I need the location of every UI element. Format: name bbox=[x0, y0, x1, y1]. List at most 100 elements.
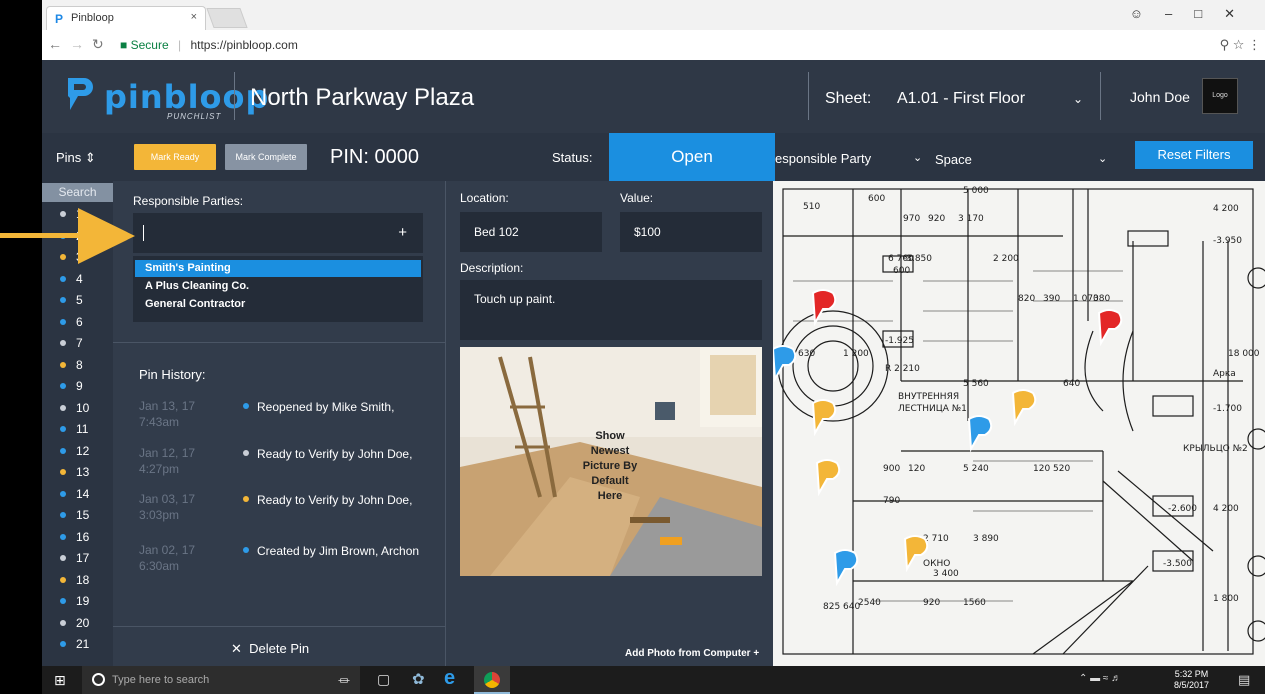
tab-close-icon[interactable]: × bbox=[191, 11, 197, 23]
taskbar-search-input[interactable]: Type here to search ⏛ bbox=[82, 666, 360, 694]
annotation-arrow-icon bbox=[0, 208, 135, 264]
floor-plan-label: 380 bbox=[1093, 294, 1110, 304]
pin-status-dot bbox=[60, 404, 66, 411]
pins-label: Pins bbox=[56, 150, 82, 165]
pin-list-item[interactable]: 19 bbox=[42, 592, 113, 611]
address-bar[interactable]: ■ Secure | https://pinbloop.com bbox=[114, 35, 1234, 55]
floor-plan-label: 900 bbox=[883, 464, 900, 474]
pin-search-input[interactable]: Search bbox=[42, 183, 113, 202]
pin-status-dot bbox=[60, 641, 66, 647]
chrome-taskbar-icon[interactable] bbox=[474, 666, 510, 694]
minimize-icon[interactable]: – bbox=[1165, 6, 1194, 21]
company-logo: Logo bbox=[1202, 78, 1238, 114]
pin-number-label: 6 bbox=[76, 314, 83, 329]
responsible-party-filter-label: esponsible Party bbox=[775, 151, 872, 166]
forward-icon[interactable]: → bbox=[70, 36, 84, 52]
windows-taskbar: ⊞ Type here to search ⏛ ▢ ✿ e ⌃ ▬ ≈ ♬ 5:… bbox=[42, 666, 1265, 694]
system-tray-icons[interactable]: ⌃ ▬ ≈ ♬ bbox=[1079, 673, 1121, 684]
pin-status-dot bbox=[60, 598, 66, 604]
back-icon[interactable]: ← bbox=[48, 36, 62, 52]
responsible-parties-title: Responsible Parties: bbox=[133, 194, 244, 208]
edge-browser-icon[interactable]: e bbox=[444, 667, 455, 690]
pin-list-item[interactable]: 9 bbox=[42, 377, 113, 396]
pin-detail-right: Location: Value: Bed 102 $100 Descriptio… bbox=[445, 181, 773, 666]
pinbloop-logo-icon bbox=[68, 78, 93, 110]
sheet-select[interactable]: A1.01 - First Floor bbox=[897, 90, 1025, 108]
responsible-party-filter[interactable]: esponsible Party ⌄ bbox=[775, 133, 935, 181]
pin-list-item[interactable]: 12 bbox=[42, 442, 113, 461]
pin-list-item[interactable]: 10 bbox=[42, 399, 113, 418]
description-label: Description: bbox=[460, 261, 524, 275]
floor-plan-label: -1.700 bbox=[1213, 404, 1242, 414]
pin-list-item[interactable]: 18 bbox=[42, 571, 113, 590]
history-entry: Created by Jim Brown, Archon bbox=[257, 544, 420, 558]
reload-icon[interactable]: ↻ bbox=[92, 36, 104, 53]
pin-list-item[interactable]: 21 bbox=[42, 635, 113, 654]
pin-list-item[interactable]: 8 bbox=[42, 356, 113, 375]
pin-list-item[interactable]: 11 bbox=[42, 420, 113, 439]
status-select[interactable]: Open bbox=[609, 133, 775, 181]
pin-list-item[interactable]: 14 bbox=[42, 485, 113, 504]
value-label: Value: bbox=[620, 191, 654, 205]
value-input[interactable]: $100 bbox=[620, 212, 762, 252]
floor-plan-label: 390 bbox=[1043, 294, 1060, 304]
pin-list-item[interactable]: 4 bbox=[42, 270, 113, 289]
location-label: Location: bbox=[460, 191, 509, 205]
add-party-icon[interactable]: + bbox=[398, 224, 407, 241]
delete-pin-button[interactable]: ✕ Delete Pin bbox=[231, 641, 309, 657]
pin-number-label: 7 bbox=[76, 336, 83, 350]
pin-toolbar: Pins ⇕ Mark Ready Mark Complete PIN: 000… bbox=[42, 133, 1265, 181]
floor-plan-label: 630 bbox=[798, 349, 815, 359]
window-controls: ☺–□✕ bbox=[1130, 6, 1257, 22]
maximize-icon[interactable]: □ bbox=[1194, 6, 1224, 21]
pin-list-item[interactable]: 16 bbox=[42, 528, 113, 547]
pin-number-label: 14 bbox=[76, 486, 90, 501]
pin-status-dot bbox=[60, 512, 66, 518]
pin-photo[interactable]: Show Newest Picture By Default Here bbox=[460, 347, 762, 576]
browser-tab[interactable]: P Pinbloop × bbox=[46, 6, 206, 30]
floor-plan-label: -3.500 bbox=[1163, 559, 1192, 569]
windows-start-icon[interactable]: ⊞ bbox=[54, 672, 66, 689]
pin-list-item[interactable]: 15 bbox=[42, 506, 113, 525]
pins-sort-select[interactable]: Pins ⇕ bbox=[42, 133, 113, 181]
pin-list-item[interactable]: 17 bbox=[42, 549, 113, 568]
pin-status-dot bbox=[60, 275, 66, 282]
pin-list-item[interactable]: 20 bbox=[42, 614, 113, 633]
user-name[interactable]: John Doe bbox=[1130, 89, 1190, 105]
pin-list-item[interactable]: 6 bbox=[42, 313, 113, 332]
pin-list-item[interactable]: 7 bbox=[42, 334, 113, 353]
responsible-party-input[interactable]: + bbox=[133, 213, 423, 253]
description-input[interactable]: Touch up paint. bbox=[460, 280, 762, 340]
header-divider bbox=[234, 72, 235, 120]
mark-ready-button[interactable]: Mark Ready bbox=[134, 144, 216, 170]
microphone-icon[interactable]: ⏛ bbox=[338, 672, 350, 689]
close-window-icon[interactable]: ✕ bbox=[1224, 6, 1257, 21]
taskbar-clock[interactable]: 5:32 PM 8/5/2017 bbox=[1174, 669, 1209, 691]
action-center-icon[interactable]: ▤ bbox=[1238, 672, 1250, 688]
party-option[interactable]: General Contractor bbox=[135, 296, 421, 313]
profile-icon[interactable]: ☺ bbox=[1130, 6, 1165, 21]
pin-list-item[interactable]: 13 bbox=[42, 463, 113, 482]
history-entry: Reopened by Mike Smith, bbox=[257, 400, 395, 414]
pin-list-item[interactable]: 5 bbox=[42, 291, 113, 310]
chevron-down-icon[interactable]: ⌄ bbox=[1073, 92, 1083, 106]
clock-date: 8/5/2017 bbox=[1174, 680, 1210, 690]
new-tab-button[interactable] bbox=[206, 8, 248, 28]
history-date: Jan 13, 17 7:43am bbox=[139, 398, 195, 430]
floor-plan-label: -2.600 bbox=[1168, 504, 1197, 514]
pin-status-dot bbox=[60, 469, 66, 475]
mark-complete-button[interactable]: Mark Complete bbox=[225, 144, 307, 170]
space-filter[interactable]: Space ⌄ bbox=[935, 133, 1115, 181]
party-option[interactable]: Smith's Painting bbox=[135, 260, 421, 277]
add-photo-button[interactable]: Add Photo from Computer + bbox=[625, 648, 759, 659]
pin-status-dot bbox=[60, 555, 66, 561]
logo-text: pinbloop bbox=[104, 78, 269, 116]
paint-app-icon[interactable]: ✿ bbox=[412, 670, 425, 688]
floor-plan-map[interactable]: 5 000 510 600 970 920 3 170 4 200 -3.950 6 760 -3… bbox=[773, 181, 1265, 666]
location-input[interactable]: Bed 102 bbox=[460, 212, 602, 252]
pin-number-label: 10 bbox=[76, 400, 90, 415]
reset-filters-button[interactable]: Reset Filters bbox=[1135, 141, 1253, 169]
zoom-icon[interactable]: ⚲ ☆ ⋮ bbox=[1220, 37, 1261, 53]
party-option[interactable]: A Plus Cleaning Co. bbox=[135, 278, 421, 295]
task-view-icon[interactable]: ▢ bbox=[377, 671, 390, 688]
